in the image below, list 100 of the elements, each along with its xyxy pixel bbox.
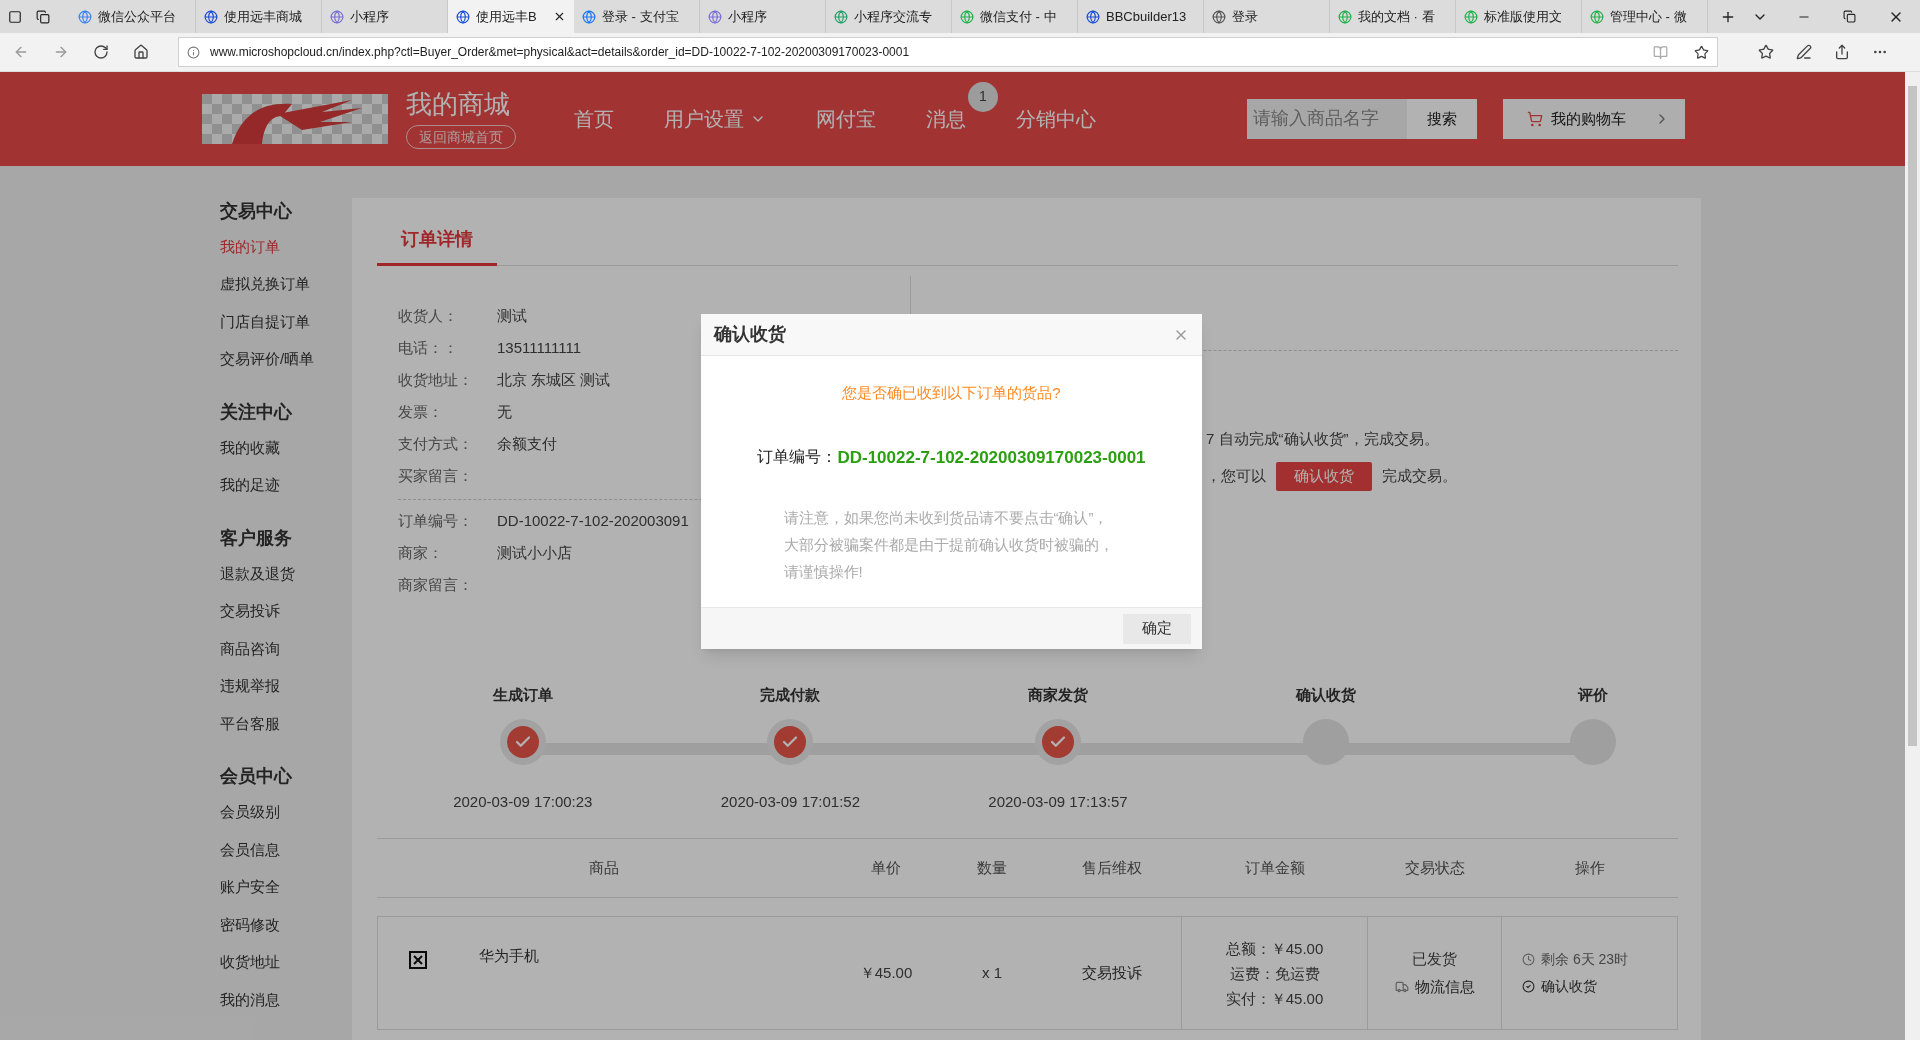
tab-title: 标准版使用文 [1484,7,1562,26]
step-time: 2020-03-09 17:13:57 [988,791,1128,812]
home-icon[interactable] [133,44,149,60]
tab-favicon-icon [582,9,596,24]
sidebar-item[interactable]: 平台客服 [220,713,352,734]
step-time: 2020-03-09 17:00:23 [453,791,593,812]
info-value: 无 [497,402,512,423]
info-label: 发票： [398,402,444,423]
confirm-notice-text: ，您可以 [1206,466,1266,487]
cart-icon [1527,110,1543,127]
column-header: 商品 [588,857,619,878]
window-icon[interactable] [8,9,22,24]
reload-icon[interactable] [93,44,109,60]
step-label: 完成付款 [760,684,821,705]
close-tab-icon[interactable] [553,10,566,23]
info-icon[interactable] [187,45,200,59]
browser-tab[interactable]: 使用远丰B [448,0,574,33]
pen-icon[interactable] [1796,44,1812,60]
tab-favicon-icon [1086,9,1100,24]
sidebar-item[interactable]: 收货地址 [220,952,352,972]
auto-confirm-notice: 7 自动完成“确认收货”，完成交易。 [1206,428,1440,449]
sidebar-item[interactable]: 账户安全 [220,877,352,897]
order-number: DD-10022-7-102-20200309170023-0001 [837,446,1146,469]
tab-title: 登录 - 支付宝 [602,7,679,26]
info-label: 买家留言： [398,466,474,487]
broken-image-icon [409,951,427,969]
sidebar-item[interactable]: 退款及退货 [220,563,352,584]
sidebar-heading: 客户服务 [220,526,293,550]
sidebar-item[interactable]: 我的收藏 [220,437,352,458]
dialog-question: 您是否确已收到以下订单的货品? [842,383,1061,403]
sidebar-item[interactable]: 商品咨询 [220,638,352,659]
column-header: 交易状态 [1405,857,1465,878]
info-value: DD-10022-7-102-202003091 [497,511,689,532]
info-value: 测试 [497,306,527,327]
tab-favicon-icon [1338,9,1352,24]
tabs-icon[interactable] [36,9,50,24]
info-value: 测试小小店 [497,543,572,564]
time-remaining: 剩余 6天 23时 [1541,950,1629,969]
column-header: 操作 [1575,857,1605,878]
info-label: 电话：： [398,338,459,359]
info-label: 商家留言： [398,575,474,596]
step-time: 2020-03-09 17:01:52 [720,791,861,812]
tab-favicon-icon [960,9,974,24]
sidebar-item[interactable]: 会员级别 [220,802,352,822]
column-header: 单价 [871,857,901,878]
step-label: 生成订单 [492,684,553,705]
tab-favicon-icon [1212,9,1226,24]
tab-title: 登录 [1232,7,1258,26]
tab-title: 使用远丰B [476,7,537,26]
search-field[interactable]: 请输入商品名字 [1247,98,1407,139]
sidebar-item[interactable]: 门店自提订单 [220,311,352,332]
address-field[interactable]: www.microshopcloud.cn/index.php?ctl=Buyer_Order&met=physical&act=details&order_id=DD-10022-7-102-20200309170023-0001 [178,37,1718,67]
info-label: 支付方式： [398,434,474,455]
column-header: 售后维权 [1081,857,1142,878]
sidebar-item[interactable]: 交易评价/晒单 [220,349,352,369]
sidebar-heading: 会员中心 [220,765,293,788]
column-header: 订单金额 [1244,857,1305,878]
sidebar-item[interactable]: 违规举报 [220,676,352,696]
info-label: 收货人： [398,306,459,327]
sidebar-item[interactable]: 我的足迹 [220,475,352,495]
tab-title: 管理中心 - 微 [1610,7,1687,26]
order-details-tab[interactable]: 订单详情 [377,225,497,266]
sidebar-item[interactable]: 交易投诉 [220,601,352,621]
dialog-title: 确认收货 [714,323,786,346]
scrollbar[interactable] [1905,72,1920,1040]
wing-logo-icon[interactable] [202,93,388,144]
tab-favicon-icon [1464,9,1478,24]
step-label: 确认收货 [1295,684,1356,705]
confirm-receipt-link[interactable]: 确认收货 [1522,976,1677,997]
complaint-link[interactable]: 交易投诉 [1081,961,1142,985]
logistics-link[interactable]: 物流信息 [1394,976,1475,999]
sidebar-item[interactable]: 密码修改 [220,914,352,935]
search-button[interactable]: 搜索 [1407,98,1477,139]
amount-line: 运费：免运费 [1229,963,1320,984]
sidebar-item[interactable]: 会员信息 [220,839,352,860]
url-text: www.microshopcloud.cn/index.php?ctl=Buyer_Order&met=physical&act=details&order_id=DD-10022-7-102-20200309170023-0001 [210,44,910,61]
sidebar-heading: 交易中心 [220,199,293,223]
tab-title: BBCbuilder13 [1106,7,1187,26]
step-label: 商家发货 [1028,684,1088,705]
clock-icon [1522,953,1535,966]
order-number-label: 订单编号： [757,447,838,468]
favorite-star-icon[interactable] [1694,44,1709,60]
amount-line: 总额：￥45.00 [1225,938,1324,959]
tab-favicon-icon [834,9,848,24]
tab-title: 微信公众平台 [98,7,176,26]
tab-favicon-icon [204,9,218,24]
warning-text: 请注意，如果您尚未收到货品请不要点击“确认”，大部分被骗案件都是由于提前确认收货时被骗的，请谨慎操作! [783,508,1115,582]
info-label: 商家： [398,543,444,564]
cart-button[interactable]: 我的购物车 [1503,98,1685,139]
tab-favicon-icon [456,9,470,24]
quantity: x 1 [982,962,1002,983]
tab-title: 使用远丰商城 [224,7,302,26]
share-icon[interactable] [1834,44,1850,60]
sidebar-item[interactable]: 我的消息 [220,989,352,1010]
product-name: 华为手机 [479,946,539,966]
sidebar-item[interactable]: 虚拟兑换订单 [220,274,352,294]
favorites-icon[interactable] [1758,44,1774,60]
ok-button[interactable]: 确定 [1123,613,1191,644]
restore-icon[interactable] [1843,10,1856,23]
info-value: 余额支付 [497,434,557,455]
